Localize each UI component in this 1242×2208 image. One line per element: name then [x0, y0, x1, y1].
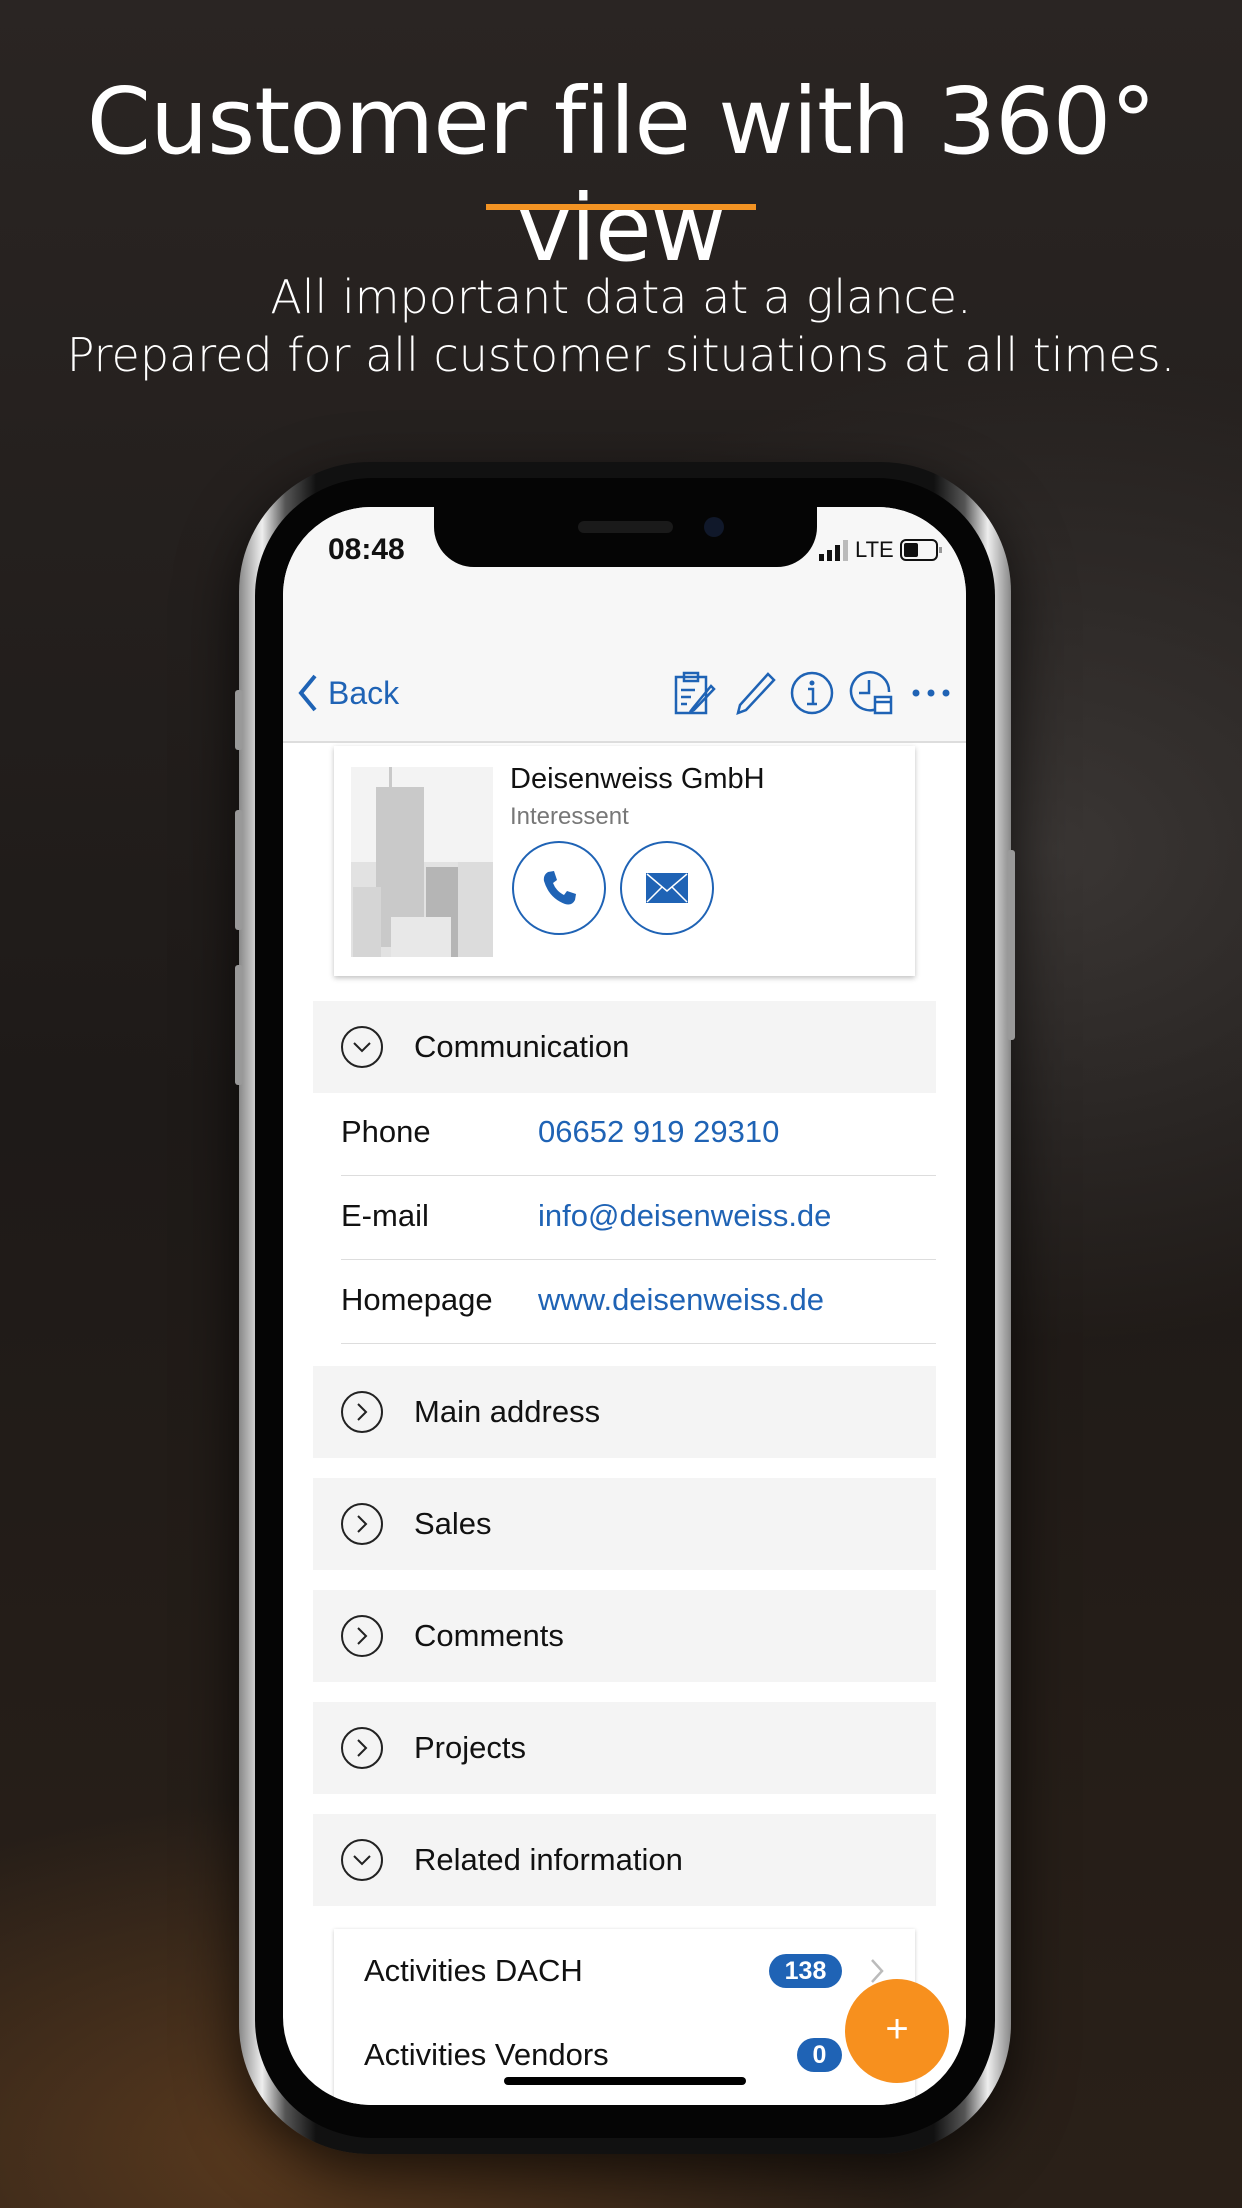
section-comments[interactable]: Comments [313, 1590, 936, 1682]
back-label: Back [328, 674, 400, 711]
signal-icon [819, 540, 848, 561]
headline-subtitle-2: Prepared for all customer situations at … [66, 328, 1176, 382]
company-status: Interessent [510, 803, 629, 830]
count-badge: 138 [769, 1954, 842, 1988]
section-label: Projects [414, 1730, 526, 1765]
chevron-left-icon [298, 674, 317, 712]
section-sales[interactable]: Sales [313, 1478, 936, 1570]
home-indicator[interactable] [504, 2077, 746, 2085]
phone-icon [543, 871, 576, 905]
company-image [351, 767, 493, 957]
chevron-right-icon [341, 1615, 383, 1657]
info-icon[interactable] [789, 670, 835, 716]
communication-row-homepage: Homepage www.deisenweiss.de [341, 1260, 936, 1344]
phone-link[interactable]: 06652 919 29310 [538, 1114, 779, 1150]
chevron-down-icon [341, 1026, 383, 1068]
clipboard-edit-icon[interactable] [671, 670, 717, 716]
count-badge: 0 [797, 2038, 842, 2072]
communication-row-email: E-mail info@deisenweiss.de [341, 1176, 936, 1260]
section-label: Communication [414, 1029, 630, 1064]
accent-divider [486, 204, 756, 210]
headline-subtitle-1: All important data at a glance. [270, 270, 972, 324]
section-communication[interactable]: Communication [313, 1001, 936, 1093]
row-label: Phone [341, 1114, 431, 1149]
pencil-icon[interactable] [732, 670, 778, 716]
notch [434, 507, 817, 567]
section-projects[interactable]: Projects [313, 1702, 936, 1794]
section-related-information[interactable]: Related information [313, 1814, 936, 1906]
clock-calendar-icon[interactable] [849, 670, 895, 716]
email-button[interactable] [620, 841, 714, 935]
volume-down-button [235, 965, 243, 1085]
chevron-right-icon [341, 1503, 383, 1545]
homepage-link[interactable]: www.deisenweiss.de [538, 1282, 824, 1318]
company-card: Deisenweiss GmbH Interessent [334, 746, 915, 976]
row-label: Homepage [341, 1282, 493, 1317]
back-button[interactable]: Back [296, 673, 399, 713]
mute-switch [235, 690, 243, 750]
envelope-icon [646, 873, 688, 903]
section-label: Main address [414, 1394, 601, 1429]
more-icon[interactable] [908, 670, 954, 716]
add-fab-button[interactable]: + [845, 1979, 949, 2083]
row-label: E-mail [341, 1198, 429, 1233]
section-label: Comments [414, 1618, 564, 1653]
headline-title: Customer file with 360° view [86, 68, 1157, 282]
status-time: 08:48 [328, 533, 405, 566]
call-button[interactable] [512, 841, 606, 935]
item-label: Activities DACH [364, 1953, 583, 1988]
network-label: LTE [855, 537, 894, 562]
email-link[interactable]: info@deisenweiss.de [538, 1198, 831, 1234]
communication-row-phone: Phone 06652 919 29310 [341, 1092, 936, 1176]
power-button [1007, 850, 1015, 1040]
status-indicators: LTE [819, 537, 944, 563]
chevron-down-icon [341, 1839, 383, 1881]
phone-screen: 08:48 LTE Back Deisenweiss GmbH Interess… [283, 507, 966, 2105]
chevron-right-icon [341, 1727, 383, 1769]
battery-icon [899, 539, 942, 561]
related-item-activities-dach[interactable]: Activities DACH 138 [334, 1929, 915, 2013]
company-name: Deisenweiss GmbH [510, 763, 765, 795]
section-label: Related information [414, 1842, 683, 1877]
item-label: Activities Vendors [364, 2037, 609, 2072]
section-label: Sales [414, 1506, 492, 1541]
volume-up-button [235, 810, 243, 930]
section-main-address[interactable]: Main address [313, 1366, 936, 1458]
chevron-right-icon [341, 1391, 383, 1433]
